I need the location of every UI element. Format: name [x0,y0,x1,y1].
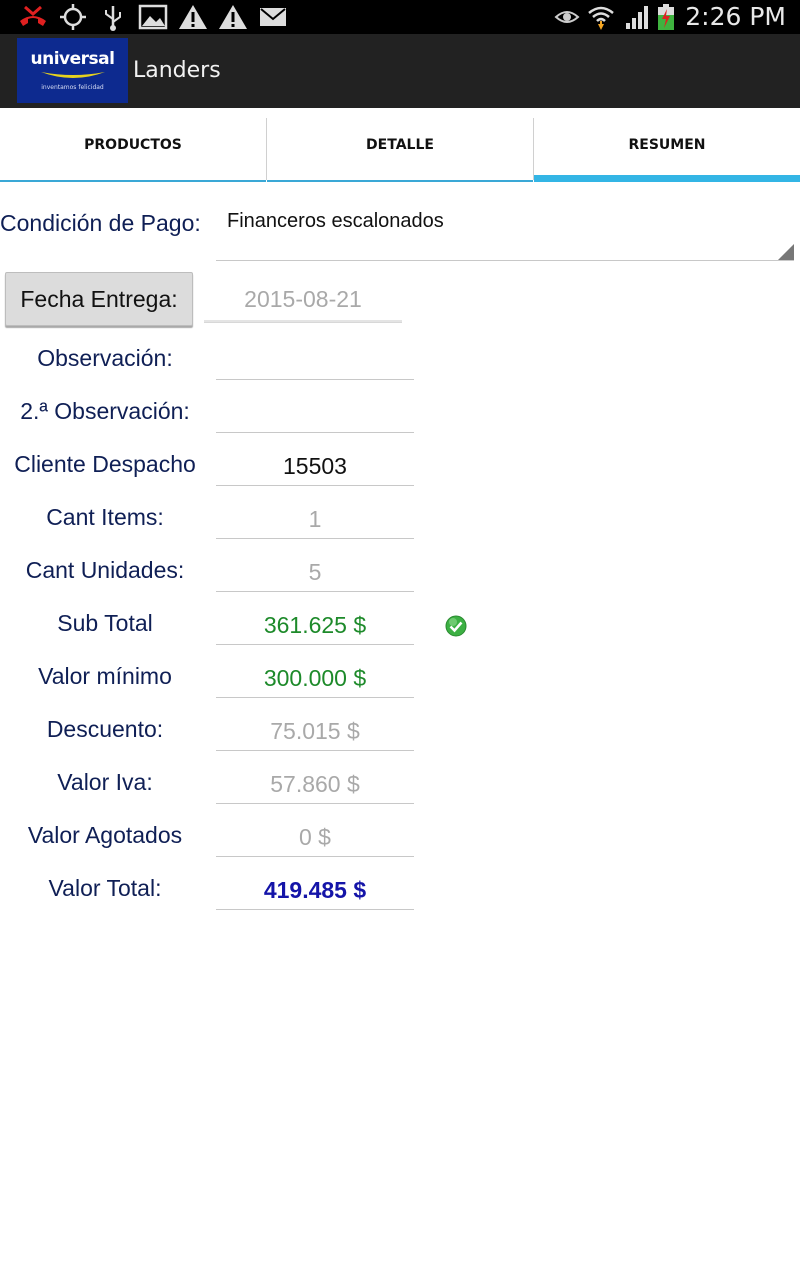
subtotal-label: Sub Total [57,610,153,636]
tab-label: PRODUCTOS [84,137,182,153]
email-icon [260,8,286,26]
fecha-entrega-field[interactable]: 2015-08-21 [204,278,402,322]
valor-agotados-label: Valor Agotados [27,822,183,848]
valor-minimo-value: 300.000 $ [263,665,367,691]
tab-resumen[interactable]: RESUMEN [534,108,800,182]
descuento-label: Descuento: [46,716,164,742]
clock: 2:26 PM [685,2,786,31]
logo-wordmark: universal [30,49,115,69]
tab-indicator [267,180,533,182]
observacion-label: Observación: [37,345,173,371]
tab-indicator [0,180,266,182]
app-logo[interactable]: universal inventamos felicidad [17,38,128,103]
observacion2-label: 2.ª Observación: [20,398,190,424]
observacion-input[interactable] [216,341,414,380]
missed-call-icon [20,5,46,26]
condicion-pago-row: Condición de Pago: Financeros escalonado… [0,198,800,262]
cliente-despacho-label: Cliente Despacho [14,451,196,477]
descuento-field: 75.015 $ [216,712,414,751]
subtotal-field: 361.625 $ [216,606,414,645]
cliente-despacho-input[interactable]: 15503 [216,447,414,486]
cant-unidades-value: 5 [308,559,322,585]
action-bar: universal inventamos felicidad Landers [0,34,800,109]
cant-items-field: 1 [216,500,414,539]
condicion-pago-spinner[interactable]: Financeros escalonados [216,198,794,261]
observacion-value [216,341,414,379]
warning-icon [219,5,247,29]
tab-bar: PRODUCTOS DETALLE RESUMEN [0,108,800,182]
tab-productos[interactable]: PRODUCTOS [0,108,266,182]
usb-icon [105,6,121,31]
valor-agotados-value: 0 $ [299,824,331,850]
valor-iva-value: 57.860 $ [270,771,360,797]
observacion2-value [216,394,414,432]
tab-label: RESUMEN [628,137,706,153]
eye-icon [554,11,580,23]
warning-icon [179,5,207,29]
cant-items-value: 1 [308,506,322,532]
signal-icon [626,6,648,29]
valor-agotados-field: 0 $ [216,818,414,857]
dropdown-arrow-icon [778,244,794,260]
valor-iva-label: Valor Iva: [57,769,153,795]
app-title: Landers [133,58,221,83]
wifi-icon [588,6,614,30]
descuento-value: 75.015 $ [270,718,360,744]
gps-icon [60,4,86,30]
tab-detalle[interactable]: DETALLE [267,108,533,182]
valor-iva-field: 57.860 $ [216,765,414,804]
logo-swoosh-icon [41,72,105,78]
subtotal-value: 361.625 $ [263,612,367,638]
valor-minimo-field: 300.000 $ [216,659,414,698]
check-icon [445,615,467,637]
valor-total-label: Valor Total: [48,875,162,901]
fecha-entrega-value: 2015-08-21 [244,286,362,312]
tab-indicator-active [534,175,800,182]
observacion2-input[interactable] [216,394,414,433]
status-bar: 2:26 PM [0,0,800,34]
battery-charging-icon [658,4,674,30]
fecha-entrega-button[interactable]: Fecha Entrega: [5,272,193,326]
tab-label: DETALLE [366,137,434,153]
condicion-pago-value: Financeros escalonados [227,210,444,232]
valor-total-value: 419.485 $ [263,877,367,903]
valor-minimo-label: Valor mínimo [38,663,172,689]
cant-unidades-field: 5 [216,553,414,592]
logo-tagline: inventamos felicidad [41,84,104,91]
condicion-pago-label: Condición de Pago: [0,210,201,236]
cliente-despacho-value: 15503 [283,453,347,479]
cant-items-label: Cant Items: [46,504,164,530]
cant-unidades-label: Cant Unidades: [25,557,185,583]
valor-total-field: 419.485 $ [216,871,414,910]
image-icon [138,4,168,30]
